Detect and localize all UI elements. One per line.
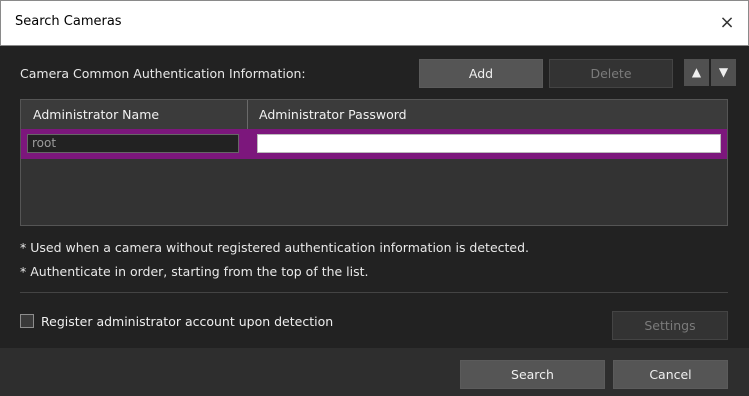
auth-section-label: Camera Common Authentication Information…	[20, 66, 306, 81]
move-up-icon[interactable]: ▲	[684, 59, 709, 86]
add-button[interactable]: Add	[419, 59, 543, 88]
search-button[interactable]: Search	[460, 360, 605, 389]
admin-password-field[interactable]	[257, 134, 721, 153]
cancel-button[interactable]: Cancel	[613, 360, 728, 389]
register-admin-checkbox[interactable]	[20, 314, 34, 328]
delete-button[interactable]: Delete	[549, 59, 673, 88]
close-icon[interactable]: ×	[714, 10, 740, 36]
column-header-admin-name[interactable]: Administrator Name	[33, 100, 159, 129]
search-cameras-dialog: Search Cameras × Camera Common Authentic…	[0, 0, 749, 396]
title-bar: Search Cameras ×	[0, 0, 749, 46]
table-header: Administrator Name Administrator Passwor…	[21, 100, 727, 129]
main-panel: Camera Common Authentication Information…	[0, 46, 749, 348]
separator	[20, 292, 728, 293]
register-admin-label[interactable]: Register administrator account upon dete…	[41, 314, 333, 329]
note-line-1: * Used when a camera without registered …	[20, 240, 530, 255]
credentials-table: Administrator Name Administrator Passwor…	[20, 99, 728, 226]
admin-name-field[interactable]: root	[27, 134, 239, 153]
window-title: Search Cameras	[15, 14, 122, 29]
settings-button[interactable]: Settings	[612, 311, 728, 340]
note-line-2: * Authenticate in order, starting from t…	[20, 264, 369, 279]
dialog-footer: Search Cancel	[0, 348, 749, 396]
table-row[interactable]: root	[21, 129, 727, 159]
column-header-admin-password[interactable]: Administrator Password	[259, 100, 407, 129]
move-down-icon[interactable]: ▼	[711, 59, 736, 86]
column-divider	[247, 100, 248, 129]
